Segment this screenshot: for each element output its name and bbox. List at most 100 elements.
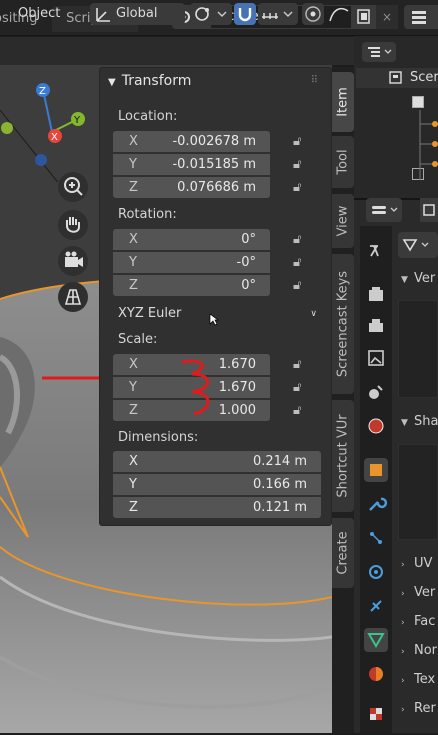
panel-texture-space[interactable]: Tex	[414, 672, 435, 687]
panel-normals[interactable]: Nor	[414, 643, 437, 658]
zoom-button[interactable]	[58, 172, 88, 202]
collapse-chevron-icon: ▼	[108, 77, 116, 88]
tab-texture[interactable]	[364, 702, 388, 726]
lock-location-y-icon[interactable]: 🔓︎	[293, 158, 309, 172]
axis-label: Z	[129, 500, 138, 515]
data-selector[interactable]	[398, 232, 438, 258]
tab-constraints[interactable]	[364, 594, 388, 618]
location-x-field[interactable]: X -0.002678 m	[113, 131, 270, 152]
panel-vertex-colors[interactable]: Ver	[414, 585, 435, 600]
snap-type-dropdown[interactable]	[258, 3, 298, 25]
drag-handle-icon[interactable]: ⠿	[311, 70, 318, 92]
field-value: 1.670	[218, 357, 256, 372]
dimensions-x-field[interactable]: X 0.214 m	[113, 451, 321, 472]
magnet-icon	[238, 8, 252, 22]
dimensions-y-field[interactable]: Y 0.166 m	[113, 474, 321, 495]
axis-label: Z	[129, 180, 138, 195]
chevron-down-icon: ∨	[310, 309, 317, 319]
tab-create[interactable]: Create	[332, 518, 354, 588]
lock-location-z-icon[interactable]: 🔓︎	[293, 181, 309, 195]
panel-remesh[interactable]: Rer	[414, 701, 436, 716]
field-value: 0.214 m	[252, 454, 307, 469]
chevron-right-icon: ›	[401, 705, 405, 715]
orientation-label: Global	[116, 6, 158, 21]
pivot-point-dropdown[interactable]	[190, 3, 232, 25]
axis-label: X	[129, 454, 138, 469]
outliner-panel[interactable]: Scer	[354, 36, 438, 198]
pin-icon	[423, 204, 435, 216]
rotation-y-field[interactable]: Y -0°	[113, 252, 270, 273]
tab-render[interactable]	[364, 282, 388, 306]
rotation-x-field[interactable]: X 0°	[113, 229, 270, 250]
lock-rotation-x-icon[interactable]: 🔓︎	[293, 233, 309, 247]
tab-view[interactable]: View	[332, 194, 354, 248]
lock-rotation-y-icon[interactable]: 🔓︎	[293, 256, 309, 270]
tab-view-layer[interactable]	[364, 346, 388, 370]
vertex-groups-list[interactable]	[398, 300, 438, 398]
outliner-display-mode[interactable]	[362, 42, 396, 62]
pin-button[interactable]	[420, 198, 438, 222]
lock-location-x-icon[interactable]: 🔓︎	[293, 135, 309, 149]
dimensions-z-field[interactable]: Z 0.121 m	[113, 497, 321, 518]
render-icon	[369, 287, 383, 301]
field-value: 0.076686 m	[177, 180, 256, 195]
tab-scene[interactable]	[364, 380, 388, 404]
transform-title: Transform	[121, 73, 192, 89]
lock-scale-y-icon[interactable]: 🔓︎	[293, 381, 309, 395]
properties-editor-type[interactable]	[366, 198, 402, 222]
field-value: -0°	[236, 255, 256, 270]
lock-scale-x-icon[interactable]: 🔓︎	[293, 358, 309, 372]
transform-panel-header[interactable]: ▼ Transform ⠿	[108, 70, 318, 92]
collection-checkbox[interactable]	[412, 96, 424, 108]
transform-orientation-dropdown[interactable]: Global	[90, 3, 185, 25]
constraint-icon	[370, 600, 382, 612]
perspective-toggle-button[interactable]	[58, 282, 88, 312]
view-layer-selector[interactable]	[404, 5, 438, 29]
panel-face-maps[interactable]: Fac	[414, 614, 435, 629]
axis-label: Y	[129, 157, 137, 172]
falloff-dropdown[interactable]	[326, 3, 360, 25]
shape-keys-list[interactable]	[398, 444, 438, 540]
object-menu[interactable]: Object	[0, 3, 78, 25]
field-value: 0°	[241, 232, 256, 247]
chevron-right-icon: ›	[401, 560, 405, 570]
field-value: -0.015185 m	[172, 157, 256, 172]
tab-tool-settings[interactable]	[364, 238, 388, 262]
tab-tool[interactable]: Tool	[332, 136, 354, 188]
tab-world[interactable]	[364, 414, 388, 438]
lock-rotation-z-icon[interactable]: 🔓︎	[293, 279, 309, 293]
navigation-gizmo[interactable]: Z Y X	[0, 72, 101, 236]
mouse-cursor-icon	[209, 313, 219, 326]
tab-physics[interactable]	[364, 560, 388, 584]
delete-scene-button[interactable]: ×	[376, 5, 398, 29]
tab-object[interactable]	[364, 458, 388, 482]
axis-gizmo-icon: Z Y X	[0, 83, 101, 236]
camera-view-button[interactable]	[58, 246, 88, 276]
chevron-right-icon: ›	[401, 647, 405, 657]
tab-modifiers[interactable]	[364, 492, 388, 516]
rotation-z-field[interactable]: Z 0°	[113, 275, 270, 296]
proportional-editing-toggle[interactable]	[302, 3, 324, 25]
outliner-scene-row[interactable]: Scer	[356, 68, 438, 88]
lock-scale-z-icon[interactable]: 🔓︎	[293, 404, 309, 418]
checker-icon	[370, 708, 382, 720]
properties-icon	[372, 206, 398, 214]
grid-icon	[64, 289, 82, 305]
tab-shortcut-vur[interactable]: Shortcut VUr	[332, 400, 354, 512]
pan-button[interactable]	[58, 210, 88, 240]
panel-uv-maps[interactable]: UV	[414, 556, 432, 571]
tab-material[interactable]	[364, 662, 388, 686]
pivot-icon	[195, 7, 227, 21]
tab-screencast-keys[interactable]: Screencast Keys	[332, 254, 354, 394]
tab-output[interactable]	[364, 314, 388, 338]
panel-vertex-groups[interactable]: Ver	[414, 271, 435, 286]
location-y-field[interactable]: Y -0.015185 m	[113, 154, 270, 175]
snap-toggle[interactable]	[234, 3, 256, 25]
tab-item[interactable]: Item	[332, 72, 354, 132]
tab-particles[interactable]	[364, 526, 388, 550]
material-icon	[369, 667, 383, 681]
tab-screencast-keys-label: Screencast Keys	[335, 270, 351, 378]
tab-data[interactable]	[364, 628, 388, 652]
panel-shape-keys[interactable]: Sha	[414, 414, 438, 429]
location-z-field[interactable]: Z 0.076686 m	[113, 177, 270, 198]
